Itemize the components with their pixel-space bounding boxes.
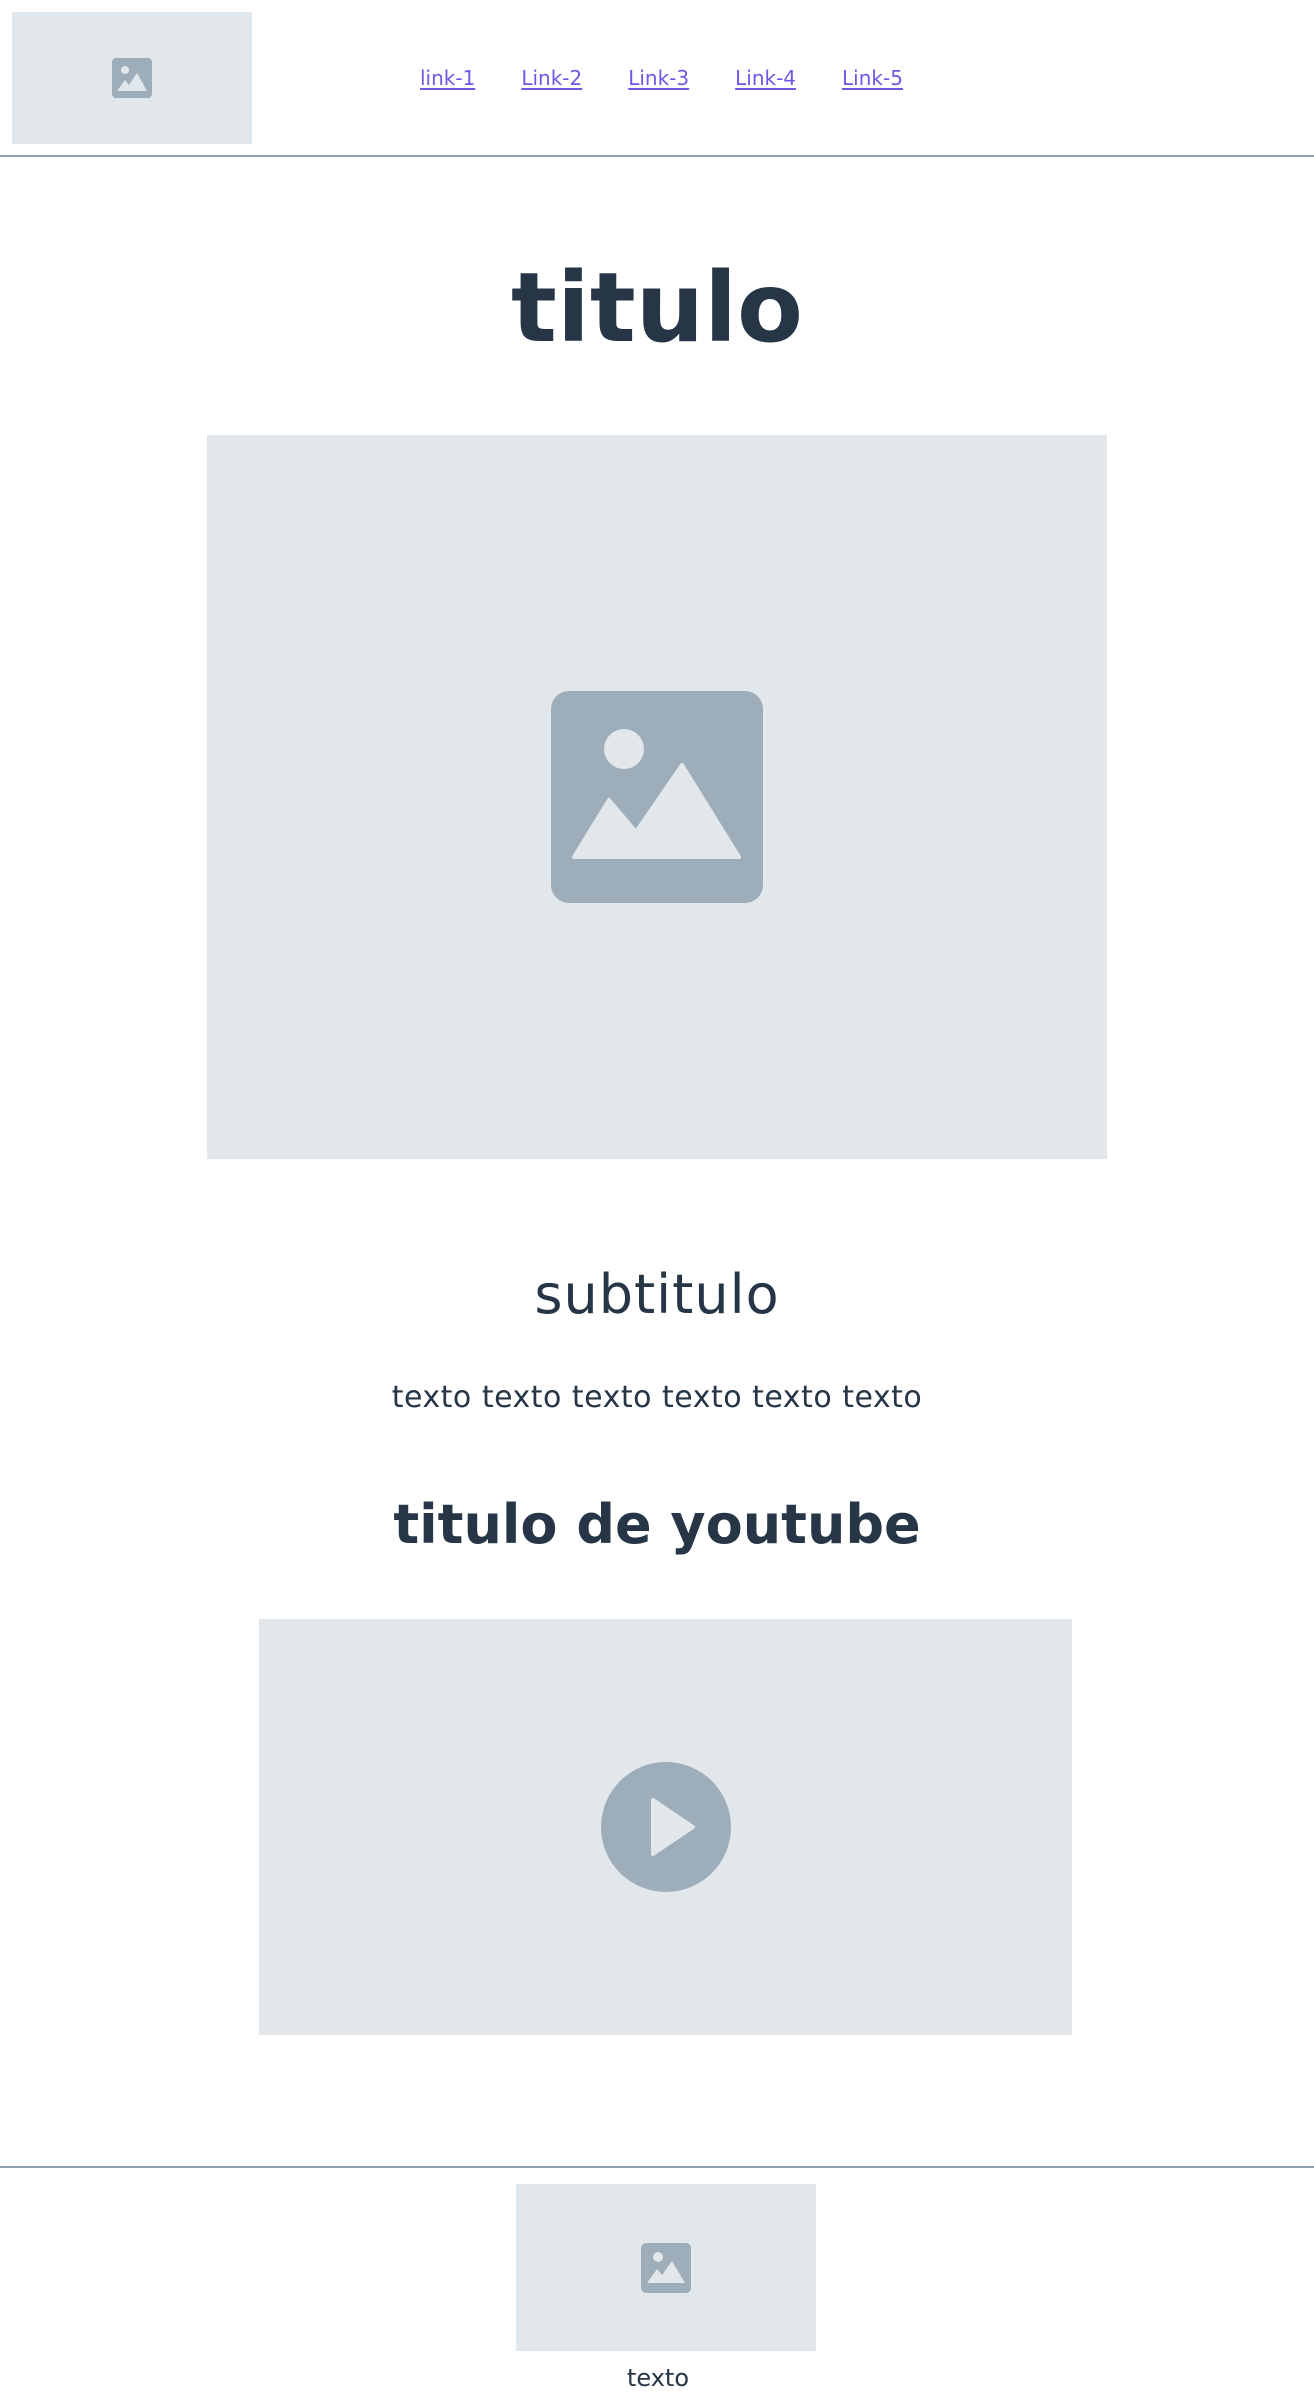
play-icon[interactable]	[600, 1762, 731, 1892]
hero-image	[207, 435, 1107, 1159]
subtitle: subtitulo	[534, 1263, 780, 1326]
footer-text: texto	[626, 2364, 690, 2392]
nav-link-1[interactable]: link-1	[420, 66, 475, 90]
main-nav: link-1 Link-2 Link-3 Link-4 Link-5	[420, 62, 903, 94]
video-player[interactable]	[259, 1619, 1072, 2035]
body-text: texto texto texto texto texto texto	[391, 1380, 923, 1415]
nav-link-4[interactable]: Link-4	[735, 66, 796, 90]
image-placeholder-icon	[112, 58, 152, 98]
footer-divider	[0, 2166, 1314, 2168]
youtube-title: titulo de youtube	[393, 1493, 921, 1556]
footer-image	[516, 2184, 816, 2351]
header-divider	[0, 155, 1314, 157]
image-placeholder-icon	[551, 691, 763, 903]
header-logo[interactable]	[12, 12, 252, 144]
nav-link-3[interactable]: Link-3	[628, 66, 689, 90]
page-title: titulo	[511, 252, 803, 364]
image-placeholder-icon	[641, 2242, 691, 2293]
nav-link-5[interactable]: Link-5	[842, 66, 903, 90]
nav-link-2[interactable]: Link-2	[521, 66, 582, 90]
